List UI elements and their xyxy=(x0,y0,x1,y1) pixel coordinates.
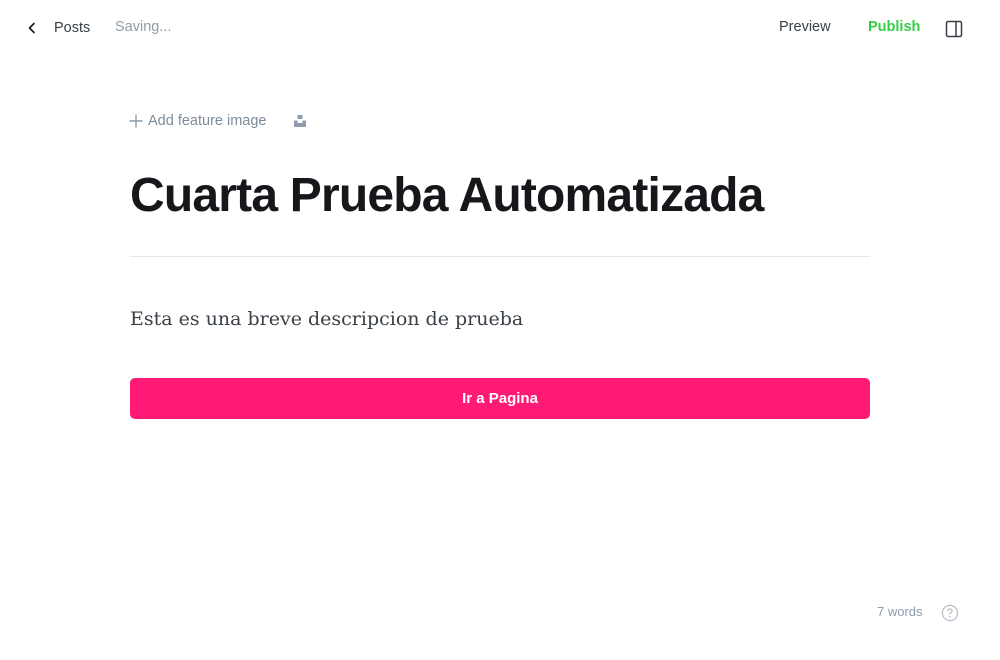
post-title[interactable]: Cuarta Prueba Automatizada xyxy=(130,166,870,226)
add-feature-image-button[interactable]: Add feature image xyxy=(129,113,267,129)
publish-button[interactable]: Publish xyxy=(868,19,920,35)
add-feature-image-label: Add feature image xyxy=(148,113,267,129)
save-status: Saving... xyxy=(115,19,172,35)
cta-button-label: Ir a Pagina xyxy=(462,390,538,407)
unsplash-icon[interactable] xyxy=(293,114,307,128)
plus-icon xyxy=(129,114,148,128)
chevron-left-icon xyxy=(24,20,40,36)
title-divider xyxy=(130,256,870,257)
sidebar-panel-icon[interactable] xyxy=(945,20,963,38)
preview-button[interactable]: Preview xyxy=(779,19,831,35)
word-count: 7 words xyxy=(877,604,923,619)
editor-header: Posts Saving... Preview Publish xyxy=(0,0,1000,56)
back-link-label: Posts xyxy=(54,20,91,36)
feature-image-row: Add feature image xyxy=(129,111,306,131)
post-body-paragraph[interactable]: Esta es una breve descripcion de prueba xyxy=(130,306,870,332)
back-to-posts-link[interactable]: Posts xyxy=(24,17,90,39)
question-circle-icon[interactable] xyxy=(941,604,959,622)
ir-a-pagina-button[interactable]: Ir a Pagina xyxy=(130,378,870,419)
